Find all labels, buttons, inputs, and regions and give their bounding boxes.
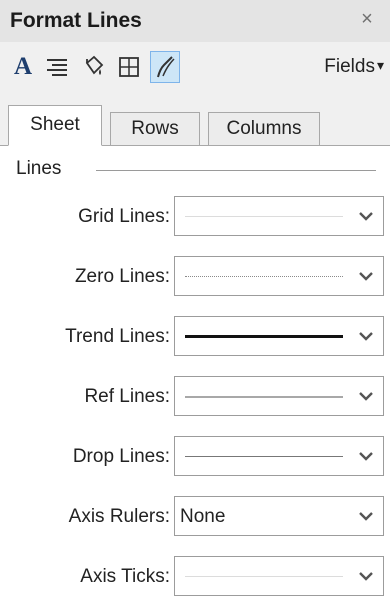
line-preview <box>185 276 343 277</box>
lines-panel: Lines Grid Lines: Zero Lines: Trend Line… <box>0 146 390 599</box>
close-button[interactable]: × <box>354 6 380 32</box>
title-bar: Format Lines × <box>0 0 390 42</box>
lines-icon[interactable] <box>150 51 180 83</box>
shading-icon[interactable] <box>78 51 108 83</box>
toolbar: A Fields ▾ <box>0 42 390 102</box>
drop-lines-row: Drop Lines: <box>0 436 390 480</box>
drop-lines-label: Drop Lines: <box>72 446 170 467</box>
chevron-down-icon <box>359 332 373 341</box>
fields-dropdown[interactable]: Fields ▾ <box>324 56 384 78</box>
ref-lines-row: Ref Lines: <box>0 376 390 420</box>
grid-lines-dropdown[interactable] <box>174 196 384 236</box>
zero-lines-label: Zero Lines: <box>74 266 170 287</box>
line-preview <box>185 216 343 217</box>
axis-ticks-row: Axis Ticks: <box>0 556 390 599</box>
grid-lines-label: Grid Lines: <box>78 206 170 227</box>
axis-rulers-value: None <box>180 506 226 527</box>
chevron-down-icon <box>359 452 373 461</box>
section-divider <box>96 170 376 171</box>
window-title: Format Lines <box>10 9 142 32</box>
grid-lines-row: Grid Lines: <box>0 196 390 240</box>
axis-rulers-row: Axis Rulers: None <box>0 496 390 540</box>
line-preview <box>185 456 343 457</box>
borders-icon[interactable] <box>114 51 144 83</box>
line-preview <box>185 335 343 338</box>
axis-ticks-dropdown[interactable] <box>174 556 384 596</box>
fields-label: Fields <box>324 56 375 77</box>
trend-lines-dropdown[interactable] <box>174 316 384 356</box>
tab-sheet[interactable]: Sheet <box>8 105 102 146</box>
chevron-down-icon <box>359 572 373 581</box>
axis-rulers-label: Axis Rulers: <box>68 506 170 527</box>
chevron-down-icon <box>359 392 373 401</box>
zero-lines-dropdown[interactable] <box>174 256 384 296</box>
zero-lines-row: Zero Lines: <box>0 256 390 300</box>
section-title: Lines <box>16 158 72 179</box>
tab-rows[interactable]: Rows <box>110 112 200 146</box>
line-preview <box>185 576 343 577</box>
alignment-icon[interactable] <box>42 51 72 83</box>
axis-rulers-dropdown[interactable]: None <box>174 496 384 536</box>
caret-down-icon: ▾ <box>376 57 384 73</box>
trend-lines-label: Trend Lines: <box>65 326 170 347</box>
axis-ticks-label: Axis Ticks: <box>80 566 170 587</box>
drop-lines-dropdown[interactable] <box>174 436 384 476</box>
tab-columns[interactable]: Columns <box>208 112 320 146</box>
section-header: Lines <box>16 158 376 184</box>
line-preview <box>185 396 343 398</box>
font-icon[interactable]: A <box>8 51 38 83</box>
trend-lines-row: Trend Lines: <box>0 316 390 360</box>
chevron-down-icon <box>359 272 373 281</box>
tab-strip: Sheet Rows Columns <box>0 102 390 146</box>
chevron-down-icon <box>359 512 373 521</box>
chevron-down-icon <box>359 212 373 221</box>
ref-lines-dropdown[interactable] <box>174 376 384 416</box>
ref-lines-label: Ref Lines: <box>84 386 170 407</box>
